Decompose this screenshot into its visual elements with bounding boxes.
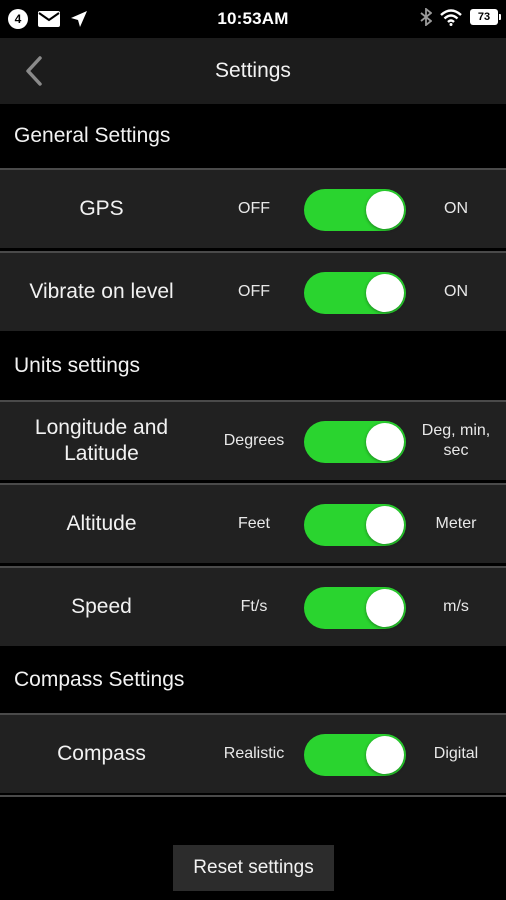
toggle-off-label: Ft/s (240, 598, 268, 615)
speed-toggle[interactable] (304, 587, 406, 629)
setting-row-speed: Speed Ft/s m/s (0, 566, 506, 646)
toggle-knob (366, 736, 404, 774)
section-header-compass: Compass Settings (0, 648, 506, 712)
setting-row-gps: GPS OFF ON (0, 168, 506, 248)
section-header-units: Units settings (0, 334, 506, 398)
status-bar: 4 10:53AM 73 (0, 0, 506, 38)
setting-label: Longitude and Latitude (0, 402, 203, 480)
status-bar-right: 73 (420, 8, 501, 26)
setting-label: Altitude (66, 512, 137, 535)
toggle-knob (366, 506, 404, 544)
setting-label: Compass (57, 742, 146, 765)
toggle-on-label: Digital (433, 745, 479, 762)
battery-icon: 73 (470, 9, 501, 25)
toggle-knob (366, 274, 404, 312)
setting-row-altitude: Altitude Feet Meter (0, 483, 506, 563)
navigation-bar: Settings (0, 38, 506, 104)
page-title: Settings (215, 59, 291, 82)
toggle-off-label: OFF (238, 200, 270, 217)
vibrate-toggle[interactable] (304, 272, 406, 314)
reset-settings-button[interactable]: Reset settings (173, 845, 334, 891)
section-header-general: General Settings (0, 104, 506, 168)
toggle-on-label: ON (444, 200, 468, 217)
setting-label-line: Latitude (64, 442, 139, 465)
toggle-off-label: Realistic (223, 745, 285, 762)
compass-toggle[interactable] (304, 734, 406, 776)
toggle-knob (366, 191, 404, 229)
setting-row-vibrate: Vibrate on level OFF ON (0, 251, 506, 331)
setting-label: Speed (71, 595, 132, 618)
setting-row-longitude-latitude: Longitude and Latitude Degrees Deg, min,… (0, 400, 506, 480)
toggle-knob (366, 589, 404, 627)
setting-label: Vibrate on level (29, 280, 174, 303)
divider (0, 795, 506, 797)
altitude-toggle[interactable] (304, 504, 406, 546)
section-title: General Settings (14, 124, 171, 147)
toggle-on-label-line: sec (443, 442, 469, 459)
wifi-icon (440, 8, 462, 26)
toggle-on-label: Meter (435, 515, 477, 532)
toggle-on-label: Deg, min, sec (406, 402, 506, 480)
section-title: Compass Settings (14, 668, 185, 691)
toggle-off-label: Feet (237, 515, 270, 532)
toggle-knob (366, 423, 404, 461)
toggle-on-label-line: Deg, min, (421, 422, 491, 439)
gps-toggle[interactable] (304, 189, 406, 231)
toggle-on-label: m/s (443, 598, 469, 615)
toggle-off-label: Degrees (223, 432, 285, 449)
setting-row-compass: Compass Realistic Digital (0, 713, 506, 793)
section-title: Units settings (14, 354, 141, 377)
toggle-on-label: ON (444, 283, 468, 300)
longitude-latitude-toggle[interactable] (304, 421, 406, 463)
bluetooth-icon (420, 8, 432, 26)
setting-label: GPS (79, 197, 124, 220)
toggle-off-label: OFF (238, 283, 270, 300)
setting-label-line: Longitude and (34, 416, 169, 439)
